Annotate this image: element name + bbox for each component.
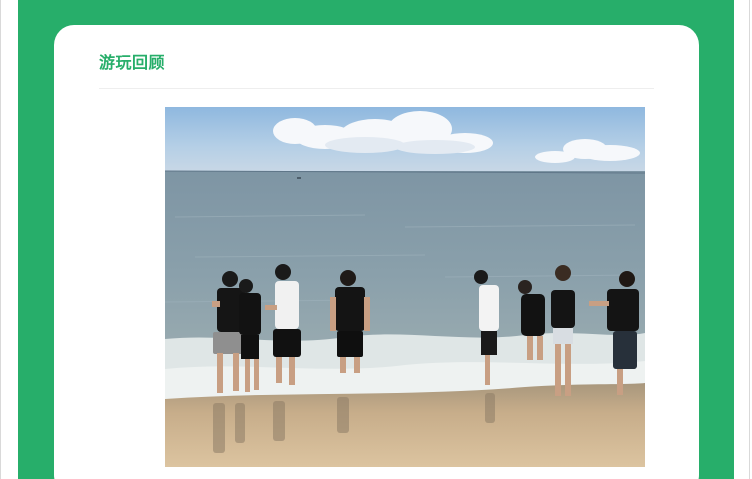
- group-beach-photo-icon: [165, 107, 645, 467]
- page: 游玩回顾: [0, 0, 752, 479]
- right-border: [749, 0, 750, 479]
- section-title: 游玩回顾: [99, 53, 166, 72]
- left-border: [0, 0, 1, 479]
- group-beach-photo: [165, 107, 645, 467]
- title-divider: [99, 88, 654, 89]
- content-card: 游玩回顾: [54, 25, 699, 479]
